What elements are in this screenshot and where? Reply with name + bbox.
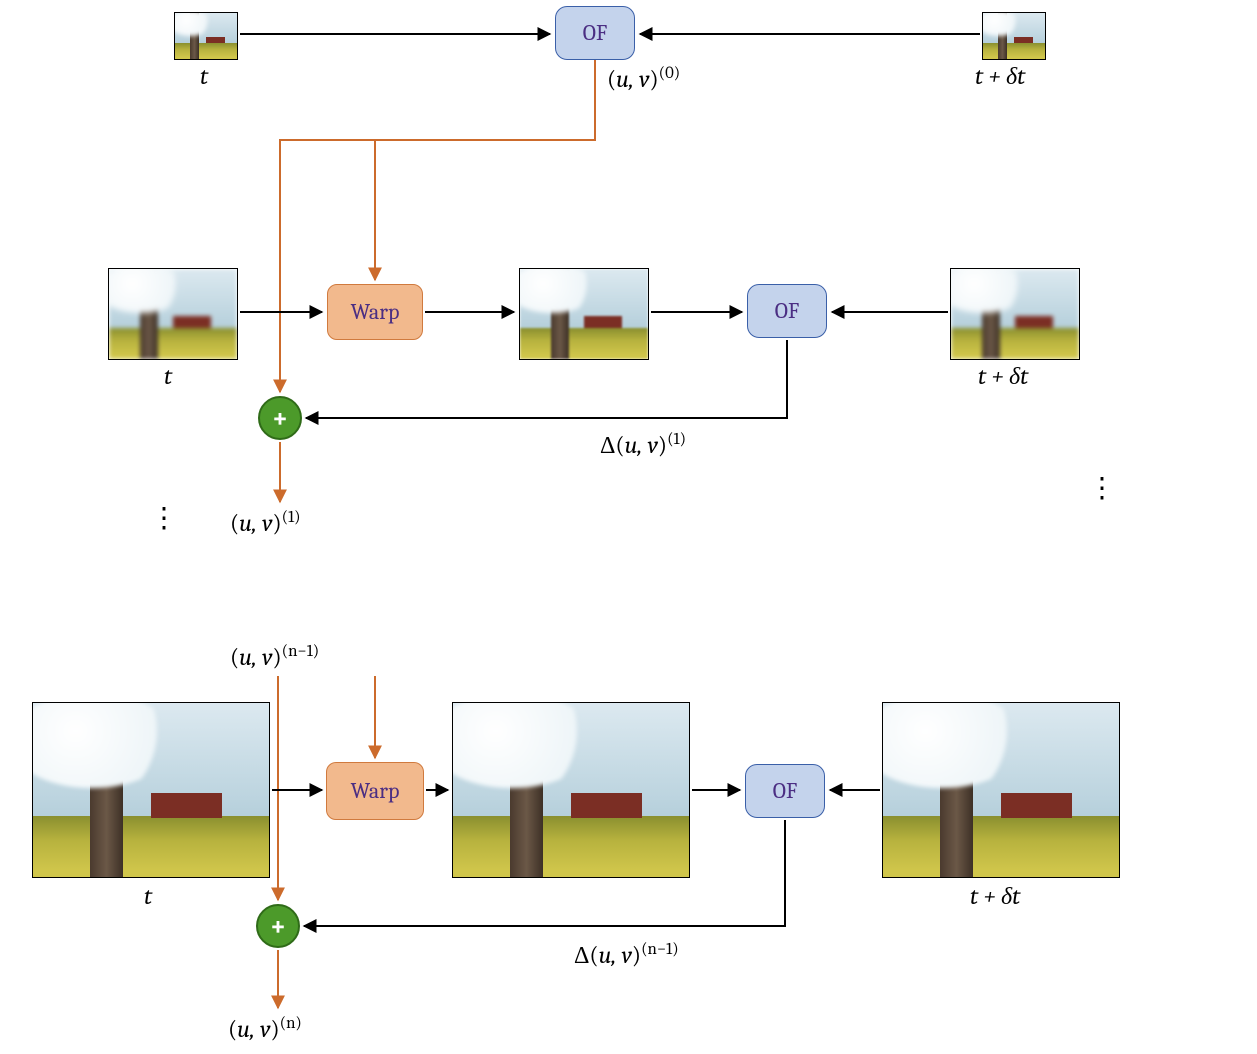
frame-t-large — [32, 702, 270, 878]
sup-uv1: (1) — [282, 508, 301, 527]
label-duv1: Δ(u, v)(1) — [600, 430, 686, 460]
vdots-left: ⋮ — [150, 510, 178, 527]
label-tdt-row0: t + δt — [975, 62, 1025, 91]
of-block-row0: OF — [555, 6, 635, 60]
frame-t-mid — [108, 268, 238, 360]
label-uvn: (u, v)(n) — [228, 1014, 302, 1043]
arrow-layer — [0, 0, 1257, 1054]
frame-t-small — [174, 12, 238, 60]
sup-uv0: (0) — [659, 64, 681, 83]
label-tdt-row1: t + δt — [978, 362, 1028, 391]
label-uvnm1: (u, v)(n−1) — [230, 642, 319, 671]
plus-row1: + — [258, 396, 302, 440]
sup-duv1: (1) — [667, 430, 686, 449]
label-uv1: (u, v)(1) — [230, 508, 301, 537]
label-t-row1: t — [164, 362, 172, 390]
vdots-right: ⋮ — [1088, 480, 1116, 497]
label-duvnm1: Δ(u, v)(n−1) — [574, 940, 679, 970]
frame-tdt-large — [882, 702, 1120, 878]
sup-uvnm1: (n−1) — [282, 642, 320, 661]
label-t-row0: t — [200, 62, 208, 90]
of-block-row1: OF — [747, 284, 827, 338]
arrow-of0-down — [375, 60, 595, 280]
sup-uvn: (n) — [280, 1014, 302, 1033]
of-block-row2: OF — [745, 764, 825, 818]
frame-warped-large — [452, 702, 690, 878]
label-tdt-row2: t + δt — [970, 882, 1020, 911]
frame-tdt-small — [982, 12, 1046, 60]
warp-block-row1: Warp — [327, 284, 423, 340]
label-uv0: ((u, v)u, v)(0) — [607, 64, 680, 93]
frame-tdt-mid — [950, 268, 1080, 360]
label-t-row2: t — [144, 882, 152, 910]
frame-warped-mid — [519, 268, 649, 360]
sup-duvnm1: (n−1) — [641, 940, 679, 959]
plus-row2: + — [256, 904, 300, 948]
warp-block-row2: Warp — [326, 762, 424, 820]
